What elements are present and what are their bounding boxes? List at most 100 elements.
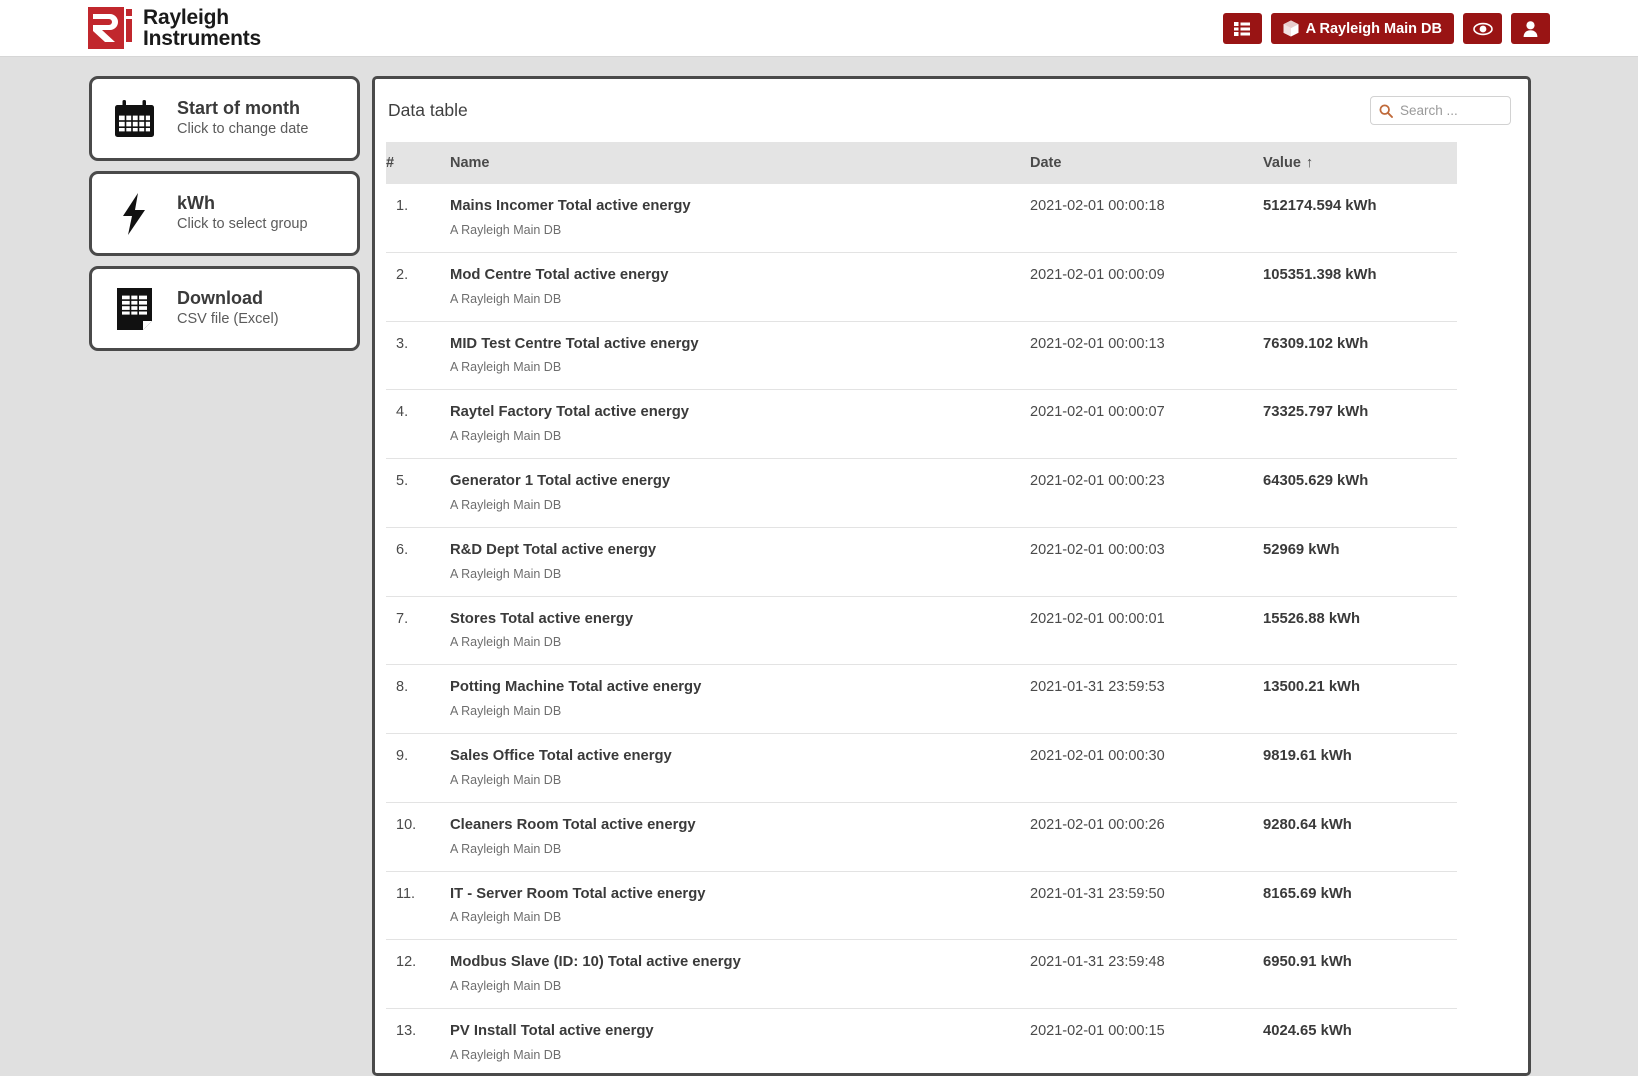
row-date: 2021-02-01 00:00:26 bbox=[1030, 802, 1263, 871]
row-value: 15526.88 kWh bbox=[1263, 596, 1457, 665]
row-name: Mod Centre Total active energy bbox=[450, 267, 1030, 285]
row-date: 2021-02-01 00:00:13 bbox=[1030, 321, 1263, 390]
sidebar-card-title: Start of month bbox=[177, 98, 308, 120]
row-name: Sales Office Total active energy bbox=[450, 748, 1030, 766]
user-account-button[interactable] bbox=[1511, 13, 1550, 44]
page-title: Data table bbox=[388, 100, 468, 121]
row-name-cell: Sales Office Total active energyA Raylei… bbox=[450, 734, 1030, 803]
row-name-cell: Potting Machine Total active energyA Ray… bbox=[450, 665, 1030, 734]
row-number: 10. bbox=[386, 802, 450, 871]
row-value: 64305.629 kWh bbox=[1263, 459, 1457, 528]
table-row[interactable]: 10.Cleaners Room Total active energy A Ra… bbox=[386, 802, 1457, 871]
row-date: 2021-02-01 00:00:30 bbox=[1030, 734, 1263, 803]
column-header-number[interactable]: # bbox=[386, 142, 450, 184]
sidebar-card-download[interactable]: Download CSV file (Excel) bbox=[89, 266, 360, 351]
sidebar-card-subtitle: Click to change date bbox=[177, 121, 308, 139]
row-source: A Rayleigh Main DB bbox=[450, 567, 1030, 582]
table-row[interactable]: 6.R&D Dept Total active energy A Rayleigh… bbox=[386, 527, 1457, 596]
sidebar-card-subtitle: Click to select group bbox=[177, 216, 308, 234]
row-number: 3. bbox=[386, 321, 450, 390]
brand-logo[interactable]: Rayleigh Instruments bbox=[88, 7, 261, 49]
row-name: PV Install Total active energy bbox=[450, 1023, 1030, 1041]
row-name-cell: Generator 1 Total active energyA Rayleig… bbox=[450, 459, 1030, 528]
brand-name: Rayleigh Instruments bbox=[143, 7, 261, 49]
rayleigh-ri-logo-icon bbox=[88, 7, 132, 49]
table-body: 1.Mains Incomer Total active energyA Ray… bbox=[386, 184, 1457, 1076]
row-date: 2021-02-01 00:00:07 bbox=[1030, 390, 1263, 459]
row-number: 4. bbox=[386, 390, 450, 459]
row-name: Generator 1 Total active energy bbox=[450, 473, 1030, 491]
user-icon bbox=[1523, 21, 1538, 37]
data-table: # Name Date Value↑ 1.Mains Incomer Total… bbox=[386, 142, 1457, 1076]
visibility-button[interactable] bbox=[1463, 13, 1502, 44]
row-number: 13. bbox=[386, 1009, 450, 1076]
data-table-panel: Data table # Name Date Value↑ 1.Mains In… bbox=[372, 76, 1531, 1076]
sidebar-card-text: kWh Click to select group bbox=[177, 193, 308, 234]
table-header: # Name Date Value↑ bbox=[386, 142, 1457, 184]
row-value: 73325.797 kWh bbox=[1263, 390, 1457, 459]
table-row[interactable]: 12.Modbus Slave (ID: 10) Total active en… bbox=[386, 940, 1457, 1009]
search-box[interactable] bbox=[1370, 96, 1511, 125]
database-button-label: A Rayleigh Main DB bbox=[1306, 21, 1442, 37]
row-source: A Rayleigh Main DB bbox=[450, 360, 1030, 375]
table-row[interactable]: 2.Mod Centre Total active energy A Raylei… bbox=[386, 252, 1457, 321]
search-input[interactable] bbox=[1400, 103, 1502, 118]
row-number: 11. bbox=[386, 871, 450, 940]
row-value: 512174.594 kWh bbox=[1263, 184, 1457, 252]
row-number: 8. bbox=[386, 665, 450, 734]
sidebar-card-title: Download bbox=[177, 288, 279, 310]
column-header-name[interactable]: Name bbox=[450, 142, 1030, 184]
table-row[interactable]: 9.Sales Office Total active energyA Rayl… bbox=[386, 734, 1457, 803]
table-row[interactable]: 3.MID Test Centre Total active energyA R… bbox=[386, 321, 1457, 390]
table-row[interactable]: 8.Potting Machine Total active energyA R… bbox=[386, 665, 1457, 734]
row-date: 2021-02-01 00:00:03 bbox=[1030, 527, 1263, 596]
row-number: 12. bbox=[386, 940, 450, 1009]
sidebar-card-subtitle: CSV file (Excel) bbox=[177, 311, 279, 329]
row-value: 9819.61 kWh bbox=[1263, 734, 1457, 803]
table-row[interactable]: 5.Generator 1 Total active energyA Rayle… bbox=[386, 459, 1457, 528]
table-row[interactable]: 7.Stores Total active energyA Rayleigh M… bbox=[386, 596, 1457, 665]
row-source: A Rayleigh Main DB bbox=[450, 842, 1030, 857]
row-date: 2021-02-01 00:00:15 bbox=[1030, 1009, 1263, 1076]
row-name-cell: R&D Dept Total active energy A Rayleigh M… bbox=[450, 527, 1030, 596]
database-button[interactable]: A Rayleigh Main DB bbox=[1271, 13, 1454, 44]
row-source: A Rayleigh Main DB bbox=[450, 635, 1030, 650]
table-header-row: # Name Date Value↑ bbox=[386, 142, 1457, 184]
brand-line-1: Rayleigh bbox=[143, 7, 261, 28]
row-value: 8165.69 kWh bbox=[1263, 871, 1457, 940]
row-number: 1. bbox=[386, 184, 450, 252]
row-name-cell: Mod Centre Total active energy A Rayleigh… bbox=[450, 252, 1030, 321]
row-value: 105351.398 kWh bbox=[1263, 252, 1457, 321]
sidebar-card-title: kWh bbox=[177, 193, 308, 215]
table-row[interactable]: 11.IT - Server Room Total active energyA… bbox=[386, 871, 1457, 940]
row-value: 4024.65 kWh bbox=[1263, 1009, 1457, 1076]
row-source: A Rayleigh Main DB bbox=[450, 292, 1030, 307]
sidebar-card-text: Download CSV file (Excel) bbox=[177, 288, 279, 329]
sidebar-card-start-of-month[interactable]: Start of month Click to change date bbox=[89, 76, 360, 161]
row-value: 13500.21 kWh bbox=[1263, 665, 1457, 734]
row-source: A Rayleigh Main DB bbox=[450, 979, 1030, 994]
menu-list-button[interactable] bbox=[1223, 13, 1262, 44]
row-name: R&D Dept Total active energy bbox=[450, 542, 1030, 560]
navbar-actions: A Rayleigh Main DB bbox=[1223, 13, 1550, 44]
row-value: 9280.64 kWh bbox=[1263, 802, 1457, 871]
row-name: IT - Server Room Total active energy bbox=[450, 886, 1030, 904]
column-header-value[interactable]: Value↑ bbox=[1263, 142, 1457, 184]
row-name: Cleaners Room Total active energy bbox=[450, 817, 1030, 835]
column-header-date[interactable]: Date bbox=[1030, 142, 1263, 184]
table-row[interactable]: 13.PV Install Total active energyA Rayle… bbox=[386, 1009, 1457, 1076]
row-date: 2021-01-31 23:59:48 bbox=[1030, 940, 1263, 1009]
row-number: 6. bbox=[386, 527, 450, 596]
row-source: A Rayleigh Main DB bbox=[450, 704, 1030, 719]
row-name-cell: Cleaners Room Total active energy A Rayle… bbox=[450, 802, 1030, 871]
row-name-cell: Modbus Slave (ID: 10) Total active energ… bbox=[450, 940, 1030, 1009]
row-date: 2021-01-31 23:59:53 bbox=[1030, 665, 1263, 734]
table-row[interactable]: 4.Raytel Factory Total active energyA Ra… bbox=[386, 390, 1457, 459]
row-name: Stores Total active energy bbox=[450, 611, 1030, 629]
table-row[interactable]: 1.Mains Incomer Total active energyA Ray… bbox=[386, 184, 1457, 252]
sort-ascending-icon: ↑ bbox=[1306, 155, 1313, 171]
row-name-cell: IT - Server Room Total active energyA Ra… bbox=[450, 871, 1030, 940]
sidebar-card-kwh[interactable]: kWh Click to select group bbox=[89, 171, 360, 256]
row-number: 2. bbox=[386, 252, 450, 321]
search-icon bbox=[1379, 104, 1393, 118]
